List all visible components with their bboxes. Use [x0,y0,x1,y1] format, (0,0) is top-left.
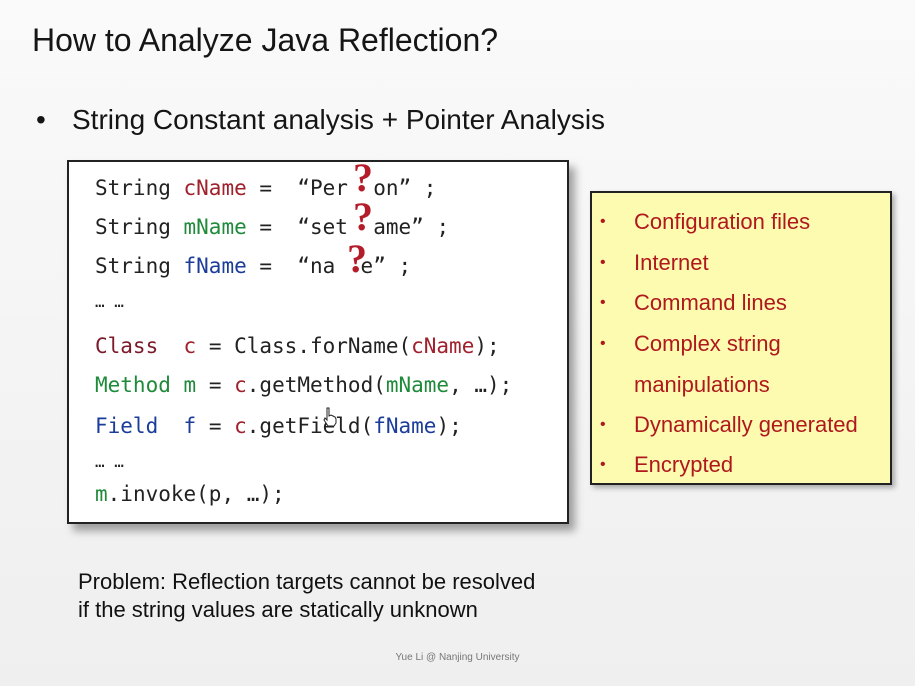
code-close: , …); [449,373,513,397]
code-line-field: Field f = c.getField(fName); [95,414,462,438]
code-rhs: = [208,373,235,397]
code-var-mname: mName [183,215,247,239]
code-obj-c: c [234,414,247,438]
source-item-text: Dynamically generated [634,412,858,437]
bullet-dot: • [600,456,606,473]
code-line-method: Method m = c.getMethod(mName, …); [95,373,512,397]
code-eq: = [259,176,273,200]
code-rhs: = Class.forName( [208,334,412,358]
code-rest: .invoke(p, …); [107,482,285,506]
source-item-text: Configuration files [634,209,811,234]
code-semicolon: ; [436,215,450,239]
code-obj-m: m [95,482,108,506]
code-close: ); [436,414,462,438]
code-type: String [95,176,171,200]
code-eq: = [259,215,273,239]
code-line-mname: String mName = “set ame” ; [95,215,449,239]
question-mark-icon: ? [353,194,373,239]
code-arg-cname: cName [411,334,475,358]
code-line-class: Class c = Class.forName(cName); [95,334,500,358]
main-bullet: • String Constant analysis + Pointer Anal… [36,104,605,136]
code-eq: = [259,254,273,278]
code-var-fname: fName [183,254,247,278]
code-semicolon: ; [423,176,437,200]
code-ellipsis: … … [95,452,124,471]
code-semicolon: ; [398,254,412,278]
main-bullet-text: String Constant analysis + Pointer Analy… [72,104,606,135]
code-var-f: f [183,414,197,438]
code-arg-fname: fName [373,414,437,438]
hand-cursor-icon [323,407,337,427]
code-var-c: c [183,334,197,358]
code-line-cname: String cName = “Per on” ; [95,176,436,200]
problem-line: if the string values are statically unkn… [78,597,478,622]
footer-credit: Yue Li @ Nanjing University [395,652,520,663]
bullet-dot: • [600,335,606,352]
code-rhs: .getField( [246,414,374,438]
code-box: String cName = “Per on” ; String mName =… [67,155,569,524]
slide-title: How to Analyze Java Reflection? [32,22,499,58]
source-item-text: Encrypted [634,452,734,477]
code-close: ); [474,334,500,358]
code-obj-c: c [234,373,247,397]
question-mark-icon: ? [347,236,367,281]
string-source-box: • Configuration files • Internet • Command … [590,191,892,485]
source-item-text: manipulations [634,372,770,397]
question-mark-icon: ? [353,155,373,200]
bullet-dot: • [600,213,606,230]
code-string-fname: “na e” [297,254,386,278]
code-var-cname: cName [183,176,247,200]
code-type-field: Field [95,414,159,438]
source-item-text: Command lines [634,290,787,315]
code-type: String [95,254,171,278]
code-rhs: = [208,414,235,438]
code-rhs: .getMethod( [246,373,386,397]
problem-line: Problem: Reflection targets cannot be re… [78,569,536,594]
bullet-dot: • [600,254,606,271]
bullet-dot: • [600,416,606,433]
code-line-invoke: m.invoke(p, …); [95,482,285,506]
code-ellipsis: … … [95,292,124,311]
source-item-text: Complex string [634,331,781,356]
code-type-class: Class [95,334,159,358]
source-item-text: Internet [634,250,709,275]
bullet-dot: • [36,104,46,135]
code-arg-mname: mName [385,373,450,397]
code-type: String [95,215,171,239]
code-type-method: Method [95,373,171,397]
bullet-dot: • [600,294,606,311]
code-var-m: m [183,373,197,397]
problem-statement: Problem: Reflection targets cannot be re… [78,568,535,624]
